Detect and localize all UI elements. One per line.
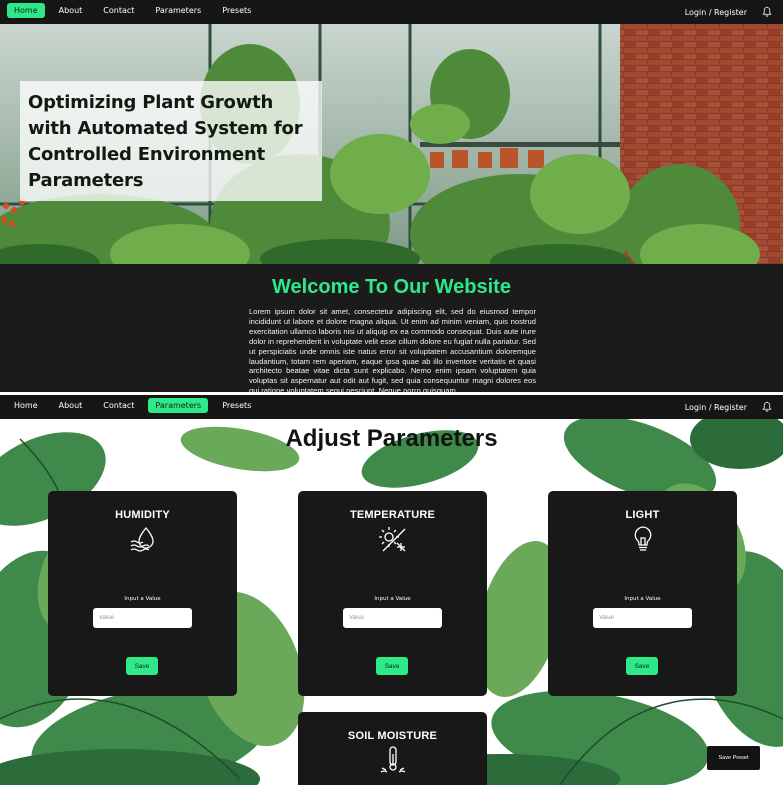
card-title: SOIL MOISTURE <box>347 730 438 742</box>
save-preset-button[interactable]: Save Preset <box>707 746 760 770</box>
top-navbar: Home About Contact Parameters Presets Lo… <box>0 0 783 24</box>
temperature-icon <box>379 527 406 552</box>
humidity-icon <box>130 527 154 552</box>
humidity-save-button[interactable]: Save <box>126 657 158 675</box>
nav-right-2: Login / Register <box>685 401 773 413</box>
nav-about[interactable]: About <box>52 398 90 413</box>
card-title: HUMIDITY <box>115 509 170 521</box>
humidity-card: HUMIDITY Input a Value Save <box>48 491 237 696</box>
nav-about[interactable]: About <box>52 3 90 18</box>
nav-home[interactable]: Home <box>7 398 45 413</box>
card-title: TEMPERATURE <box>349 509 436 521</box>
parameters-navbar: Home About Contact Parameters Presets Lo… <box>0 395 783 419</box>
light-value-input[interactable] <box>593 608 692 628</box>
temperature-card: TEMPERATURE Input a Value Save <box>298 491 487 696</box>
welcome-title: Welcome To Our Website <box>272 276 511 298</box>
nav-links: Home About Contact Parameters Presets <box>7 3 265 18</box>
nav-contact[interactable]: Contact <box>96 398 141 413</box>
notification-bell-icon[interactable] <box>761 401 773 413</box>
hero-title: Optimizing Plant Growth with Automated S… <box>28 92 303 191</box>
input-label: Input a Value <box>124 596 161 602</box>
nav-presets[interactable]: Presets <box>215 3 258 18</box>
card-title: LIGHT <box>625 509 660 521</box>
soil-moisture-card: SOIL MOISTURE <box>298 712 487 785</box>
humidity-value-input[interactable] <box>93 608 192 628</box>
hero-banner: Optimizing Plant Growth with Automated S… <box>0 24 783 264</box>
welcome-section: Welcome To Our Website Lorem ipsum dolor… <box>0 264 783 392</box>
hero-title-box: Optimizing Plant Growth with Automated S… <box>20 81 322 201</box>
nav-parameters[interactable]: Parameters <box>148 3 208 18</box>
welcome-body-text: Lorem ipsum dolor sit amet, consectetur … <box>249 307 536 392</box>
input-label: Input a Value <box>374 596 411 602</box>
parameters-title: Adjust Parameters <box>285 425 498 452</box>
notification-bell-icon[interactable] <box>761 6 773 18</box>
nav-parameters[interactable]: Parameters <box>148 398 209 413</box>
soil-moisture-icon <box>380 746 406 773</box>
input-label: Input a Value <box>624 596 661 602</box>
light-bulb-icon <box>634 526 652 551</box>
login-register-link[interactable]: Login / Register <box>685 403 747 412</box>
nav-contact[interactable]: Contact <box>96 3 141 18</box>
light-card: LIGHT Input a Value Save <box>548 491 737 696</box>
nav-presets[interactable]: Presets <box>215 398 258 413</box>
temperature-value-input[interactable] <box>343 608 442 628</box>
nav-links-2: Home About Contact Parameters Presets <box>7 398 265 413</box>
nav-right: Login / Register <box>685 6 773 18</box>
login-register-link[interactable]: Login / Register <box>685 8 747 17</box>
temperature-save-button[interactable]: Save <box>376 657 408 675</box>
nav-home[interactable]: Home <box>7 3 45 18</box>
light-save-button[interactable]: Save <box>626 657 658 675</box>
